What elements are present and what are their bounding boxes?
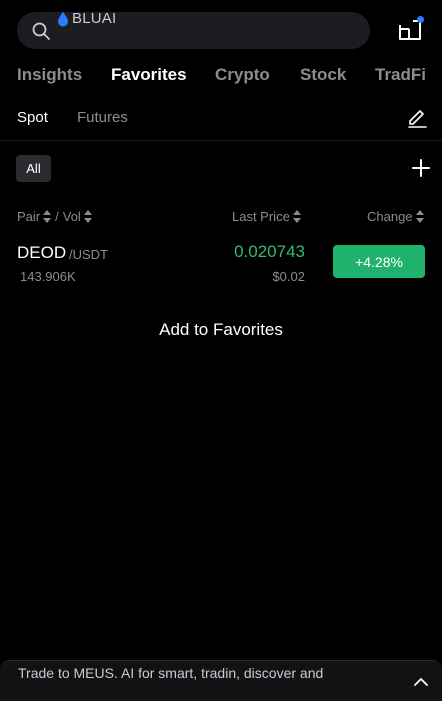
add-to-favorites-button[interactable]: Add to Favorites <box>0 320 442 340</box>
tab-crypto[interactable]: Crypto <box>215 65 270 85</box>
pair-volume: 143.906K <box>20 269 76 284</box>
column-separator: / <box>55 209 59 224</box>
tab-stock[interactable]: Stock <box>300 65 346 85</box>
tab-insights[interactable]: Insights <box>17 65 82 85</box>
usd-price: $0.02 <box>272 269 305 284</box>
plus-icon[interactable] <box>412 159 430 177</box>
column-header-change[interactable]: Change <box>367 209 428 224</box>
search-icon <box>32 22 50 40</box>
column-vol-label[interactable]: Vol <box>63 209 81 224</box>
sub-tabs: Spot Futures <box>0 109 442 129</box>
divider <box>0 140 442 141</box>
sort-icon <box>292 210 301 223</box>
change-badge[interactable]: +4.28% <box>333 245 425 278</box>
edit-icon[interactable] <box>406 106 428 128</box>
column-last-price-label: Last Price <box>232 209 290 224</box>
market-row[interactable]: DEOD /USDT 143.906K 0.020743 $0.02 +4.28… <box>0 238 442 290</box>
banner-text: Trade to MEUS. AI for smart, tradin, dis… <box>18 665 324 681</box>
tab-spot[interactable]: Spot <box>17 109 48 126</box>
notification-dot <box>417 16 424 23</box>
tab-futures[interactable]: Futures <box>77 109 128 126</box>
expand-icon[interactable] <box>414 676 428 686</box>
column-header-last-price[interactable]: Last Price <box>232 209 305 224</box>
column-change-label: Change <box>367 209 413 224</box>
bluai-token-icon <box>58 12 68 27</box>
search-bar[interactable] <box>17 12 370 49</box>
sort-icon <box>415 210 424 223</box>
bottom-banner[interactable]: Trade to MEUS. AI for smart, tradin, dis… <box>0 660 442 701</box>
main-tabs: Insights Favorites Crypto Stock TradFi <box>0 65 442 89</box>
filter-all-chip[interactable]: All <box>16 155 51 182</box>
sort-icon[interactable] <box>43 210 52 223</box>
column-pair-label[interactable]: Pair <box>17 209 40 224</box>
pair-quote: /USDT <box>69 247 108 262</box>
column-header-pair-vol: Pair / Vol <box>17 209 96 224</box>
search-input[interactable]: BLUAI <box>72 10 116 27</box>
tab-favorites[interactable]: Favorites <box>111 65 187 85</box>
sort-icon[interactable] <box>83 210 92 223</box>
pair-base: DEOD <box>17 243 67 262</box>
tab-tradfi[interactable]: TradFi <box>375 65 426 85</box>
last-price: 0.020743 <box>234 242 305 261</box>
